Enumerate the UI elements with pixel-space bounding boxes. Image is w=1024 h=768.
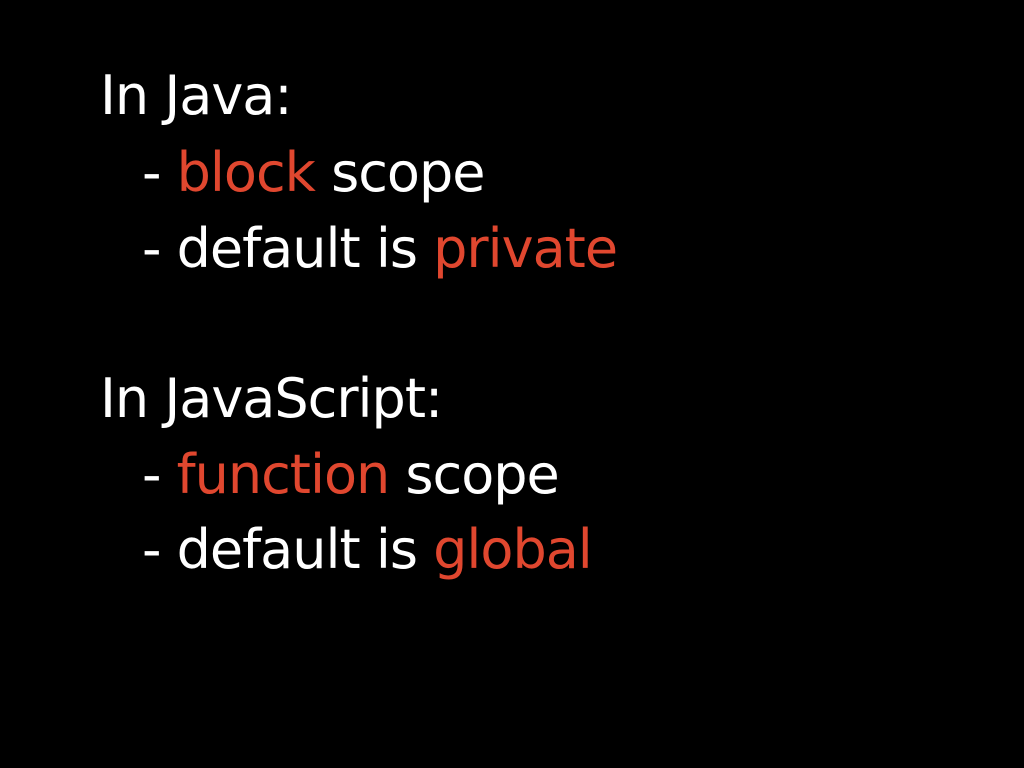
bullet-dash: - xyxy=(142,141,177,204)
java-heading: In Java: xyxy=(100,64,293,128)
javascript-default-keyword: global xyxy=(433,518,593,581)
java-heading-text: In Java: xyxy=(100,64,293,127)
javascript-scope-keyword: function xyxy=(176,443,391,506)
java-scope-rest: scope xyxy=(314,141,485,204)
javascript-heading: In JavaScript: xyxy=(100,367,443,431)
javascript-bullet-default-global: - default is global xyxy=(142,518,593,582)
java-default-keyword: private xyxy=(433,217,618,280)
bullet-dash: - xyxy=(142,443,177,506)
java-bullet-block-scope: - block scope xyxy=(142,141,485,205)
javascript-scope-rest: scope xyxy=(389,443,559,506)
javascript-default-prefix: default is xyxy=(176,518,434,581)
java-default-prefix: default is xyxy=(176,217,434,280)
javascript-bullet-function-scope: - function scope xyxy=(142,443,560,507)
slide: In Java: - block scope - default is priv… xyxy=(0,0,1024,768)
javascript-heading-text: In JavaScript: xyxy=(100,367,443,430)
bullet-dash: - xyxy=(142,217,177,280)
java-bullet-default-private: - default is private xyxy=(142,217,618,281)
java-scope-keyword: block xyxy=(176,141,316,204)
bullet-dash: - xyxy=(142,518,177,581)
